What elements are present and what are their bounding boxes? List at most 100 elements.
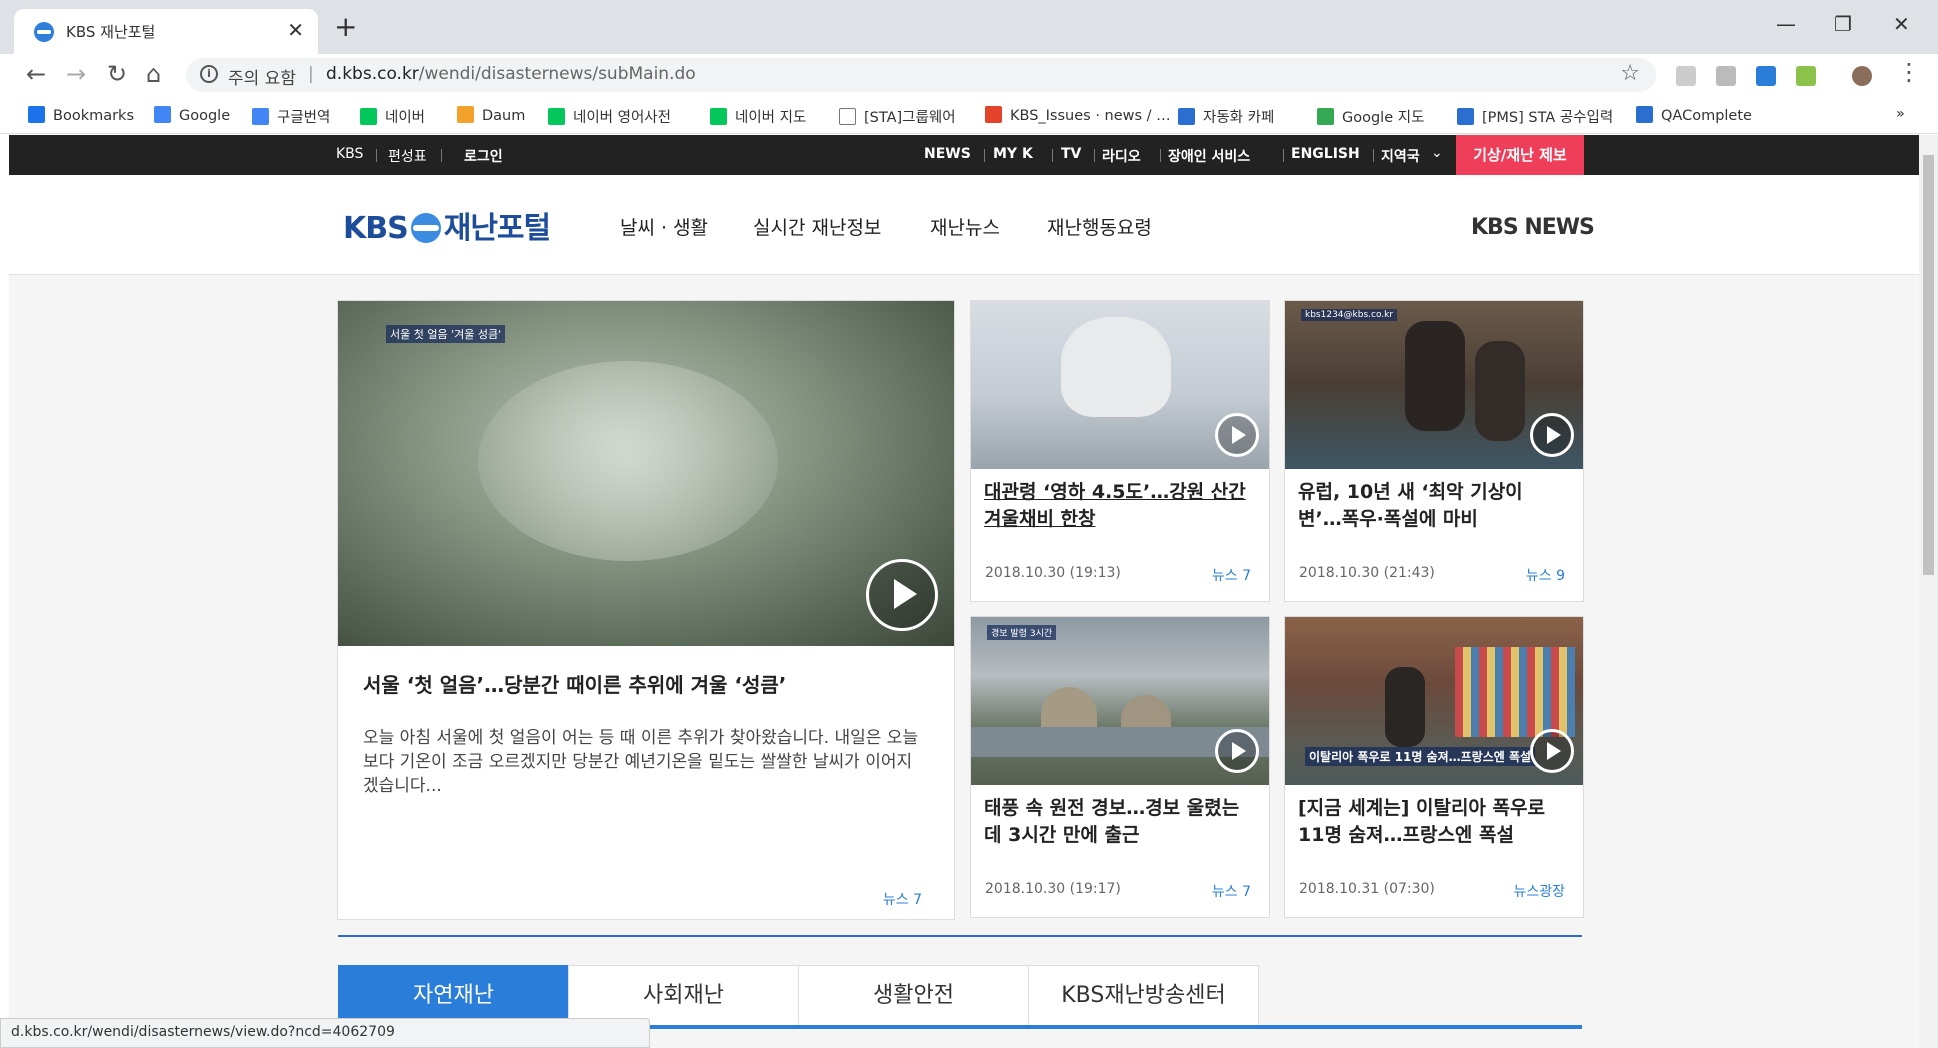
bookmark-item[interactable]: Daum — [457, 106, 525, 124]
kbs-top-bar: KBS 편성표 로그인 NEWS MY K TV 라디오 장애인 서비스 ENG… — [9, 135, 1919, 175]
lead-description: 오늘 아침 서울에 첫 얼음이 어는 등 때 이른 추위가 찾아왔습니다. 내일… — [363, 728, 919, 796]
topbar-link-myk[interactable]: MY K — [993, 146, 1033, 162]
report-button[interactable]: 기상/재난 제보 — [1456, 135, 1584, 175]
close-window-button[interactable]: ✕ — [1893, 12, 1910, 36]
divider — [1094, 149, 1095, 162]
extension-icon[interactable] — [1676, 66, 1696, 86]
news-card[interactable]: kbs1234@kbs.co.kr 유럽, 10년 새 ‘최악 기상이 변’…폭… — [1284, 300, 1584, 602]
section-divider — [338, 935, 1582, 937]
market-stall-image — [1455, 647, 1575, 737]
play-icon[interactable] — [1215, 729, 1259, 773]
topbar-link-schedule[interactable]: 편성표 — [388, 146, 427, 166]
card-thumbnail[interactable]: kbs1234@kbs.co.kr — [1285, 301, 1583, 469]
bookmark-label: 네이버 지도 — [735, 110, 807, 126]
play-icon[interactable] — [866, 559, 938, 631]
url-host: d.kbs.co.kr — [326, 64, 419, 84]
news-card[interactable]: 대관령 ‘영하 4.5도’…강원 산간 겨울채비 한창 2018.10.30 (… — [970, 300, 1270, 602]
bookmark-item[interactable]: QAComplete — [1636, 106, 1752, 124]
play-icon[interactable] — [1530, 413, 1574, 457]
topbar-link-login[interactable]: 로그인 — [464, 146, 503, 166]
topbar-link-regional[interactable]: 지역국 — [1381, 146, 1420, 166]
play-icon[interactable] — [1530, 729, 1574, 773]
star-icon — [28, 106, 45, 123]
nav-weather[interactable]: 날씨 · 생활 — [620, 213, 708, 240]
info-icon[interactable]: i — [200, 65, 218, 83]
card-date: 2018.10.31 (07:30) — [1299, 881, 1435, 897]
news-card[interactable]: 이탈리아 폭우로 11명 숨져…프랑스엔 폭설 [지금 세계는] 이탈리아 폭우… — [1284, 616, 1584, 918]
extension-ex-icon[interactable] — [1716, 66, 1736, 86]
nav-disaster-news[interactable]: 재난뉴스 — [930, 213, 1000, 240]
topbar-link-english[interactable]: ENGLISH — [1291, 146, 1360, 162]
extension-arrow-icon[interactable] — [1756, 66, 1776, 86]
bookmark-item[interactable]: Google — [154, 106, 230, 124]
maximize-button[interactable]: ❐ — [1834, 12, 1852, 36]
bookmark-item[interactable]: 네이버 영어사전 — [548, 106, 671, 127]
card-title[interactable]: 유럽, 10년 새 ‘최악 기상이 변’…폭우·폭설에 마비 — [1298, 479, 1570, 533]
bookmark-label: QAComplete — [1661, 108, 1752, 124]
address-bar[interactable]: i 주의 요함 | d.kbs.co.kr/wendi/disasternews… — [186, 58, 1656, 92]
url-path: /wendi/disasternews/subMain.do — [418, 64, 696, 84]
tab-life-safety[interactable]: 생활안전 — [798, 965, 1029, 1027]
bookmark-label: Google 지도 — [1342, 110, 1425, 126]
card-source[interactable]: 뉴스 7 — [1212, 881, 1251, 901]
topbar-link-news[interactable]: NEWS — [924, 146, 971, 162]
bookmark-item[interactable]: 구글번역 — [252, 106, 330, 127]
topbar-link-accessibility[interactable]: 장애인 서비스 — [1168, 146, 1250, 166]
card-source[interactable]: 뉴스 7 — [1212, 565, 1251, 585]
new-tab-button[interactable]: + — [334, 10, 357, 43]
kbs-news-logo[interactable]: KBS NEWS — [1471, 215, 1595, 240]
nav-action-guide[interactable]: 재난행동요령 — [1047, 213, 1152, 240]
forward-arrow-icon[interactable]: → — [66, 60, 86, 88]
bookmark-item[interactable]: [STA]그룹웨어 — [839, 106, 956, 127]
home-icon[interactable]: ⌂ — [146, 60, 161, 88]
menu-dots-icon[interactable]: ⋮ — [1897, 58, 1921, 86]
reload-icon[interactable]: ↻ — [107, 60, 127, 88]
news-card[interactable]: 경보 발령 3시간 태풍 속 원전 경보…경보 울렸는데 3시간 만에 출근 2… — [970, 616, 1270, 918]
bookmark-item[interactable]: 네이버 지도 — [710, 106, 806, 127]
bookmark-star-icon[interactable]: ☆ — [1620, 61, 1640, 86]
bookmark-item[interactable]: 자동화 카페 — [1178, 106, 1274, 127]
person-image — [1385, 667, 1425, 747]
profile-avatar[interactable] — [1852, 66, 1872, 86]
bookmark-item[interactable]: Google 지도 — [1317, 106, 1424, 127]
translate-icon — [252, 108, 269, 125]
card-thumbnail[interactable] — [971, 301, 1269, 469]
back-arrow-icon[interactable]: ← — [26, 60, 46, 88]
tab-close-icon[interactable]: ✕ — [287, 18, 304, 42]
bookmark-item[interactable]: Bookmarks — [28, 106, 134, 124]
scrollbar-thumb[interactable] — [1923, 155, 1934, 575]
nav-realtime[interactable]: 실시간 재난정보 — [753, 213, 881, 240]
more-bookmarks-icon[interactable]: » — [1896, 106, 1905, 122]
card-title[interactable]: [지금 세계는] 이탈리아 폭우로 11명 숨져…프랑스엔 폭설 — [1298, 795, 1570, 849]
site-logo[interactable]: KBS 재난포털 — [343, 203, 551, 247]
card-thumbnail[interactable]: 이탈리아 폭우로 11명 숨져…프랑스엔 폭설 — [1285, 617, 1583, 785]
card-thumbnail[interactable]: 경보 발령 3시간 — [971, 617, 1269, 785]
bookmark-item[interactable]: [PMS] STA 공수입력 — [1457, 106, 1613, 127]
pms-icon — [1457, 108, 1474, 125]
card-source[interactable]: 뉴스 9 — [1526, 565, 1565, 585]
security-label[interactable]: 주의 요함 — [228, 64, 296, 89]
bookmark-item[interactable]: KBS_Issues · news / … — [985, 106, 1171, 124]
topbar-link-tv[interactable]: TV — [1061, 146, 1081, 162]
page-scrollbar[interactable] — [1919, 135, 1938, 1048]
card-title[interactable]: 태풍 속 원전 경보…경보 울렸는데 3시간 만에 출근 — [984, 795, 1256, 849]
logo-kbs: KBS — [343, 211, 409, 246]
lead-news-card[interactable]: 서울 첫 얼음 '겨울 성큼' 서울 ‘첫 얼음’…당분간 때이른 추위에 겨울… — [337, 300, 955, 920]
url-text[interactable]: d.kbs.co.kr/wendi/disasternews/subMain.d… — [326, 64, 696, 84]
web-page: KBS 편성표 로그인 NEWS MY K TV 라디오 장애인 서비스 ENG… — [9, 135, 1919, 1048]
play-icon[interactable] — [1215, 413, 1259, 457]
bookmark-item[interactable]: 네이버 — [360, 106, 425, 127]
tab-broadcast-center[interactable]: KBS재난방송센터 — [1028, 965, 1259, 1027]
lead-source[interactable]: 뉴스 7 — [883, 889, 922, 909]
chevron-down-icon[interactable]: ⌄ — [1431, 145, 1443, 161]
card-title[interactable]: 대관령 ‘영하 4.5도’…강원 산간 겨울채비 한창 — [984, 479, 1256, 533]
topbar-link-radio[interactable]: 라디오 — [1102, 146, 1141, 166]
card-source[interactable]: 뉴스광장 — [1513, 881, 1565, 901]
minimize-button[interactable]: — — [1776, 12, 1796, 36]
extension-ladder-icon[interactable] — [1796, 66, 1816, 86]
card-caption: 경보 발령 3시간 — [987, 625, 1057, 640]
topbar-link-kbs[interactable]: KBS — [336, 146, 363, 162]
lead-thumbnail[interactable]: 서울 첫 얼음 '겨울 성큼' — [338, 301, 954, 646]
lead-title[interactable]: 서울 ‘첫 얼음’…당분간 때이른 추위에 겨울 ‘성큼’ — [363, 672, 933, 699]
browser-tab[interactable]: KBS 재난포털 ✕ — [14, 9, 318, 54]
